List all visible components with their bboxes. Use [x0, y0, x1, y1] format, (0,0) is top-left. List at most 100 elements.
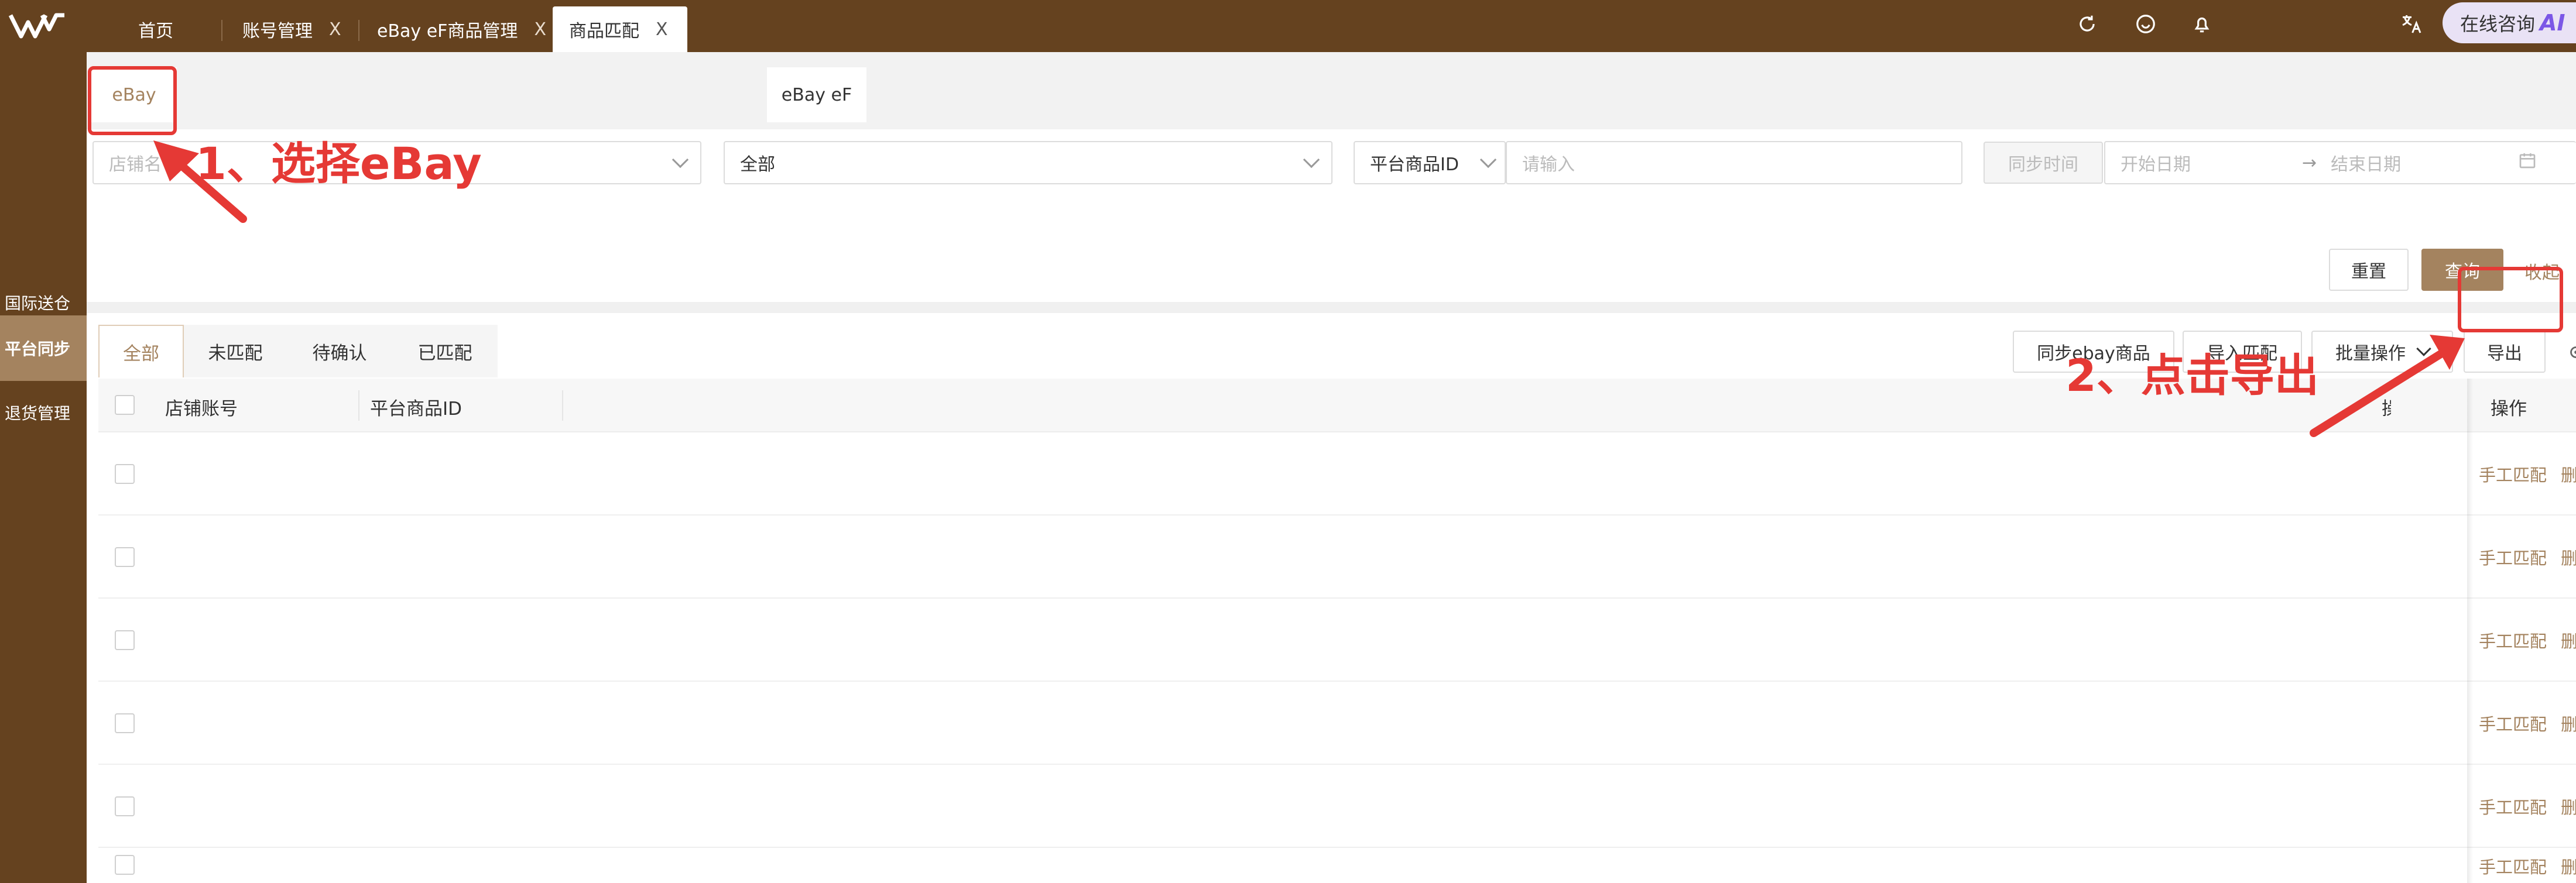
select-all-checkbox[interactable]: [115, 395, 135, 415]
id-type-select[interactable]: 平台商品ID: [1354, 141, 1506, 184]
manual-match-link[interactable]: 手工匹配: [2479, 854, 2547, 878]
export-label: 导出: [2487, 343, 2522, 364]
product-id-input[interactable]: 请输入: [1506, 141, 1962, 184]
row-operations: 手工匹配 删除: [2479, 765, 2576, 848]
row-checkbox[interactable]: [115, 547, 135, 567]
calendar-icon: [2518, 151, 2537, 174]
annotation-step1: 1、选择eBay: [196, 138, 482, 190]
delete-link[interactable]: 删除: [2561, 854, 2576, 878]
row-checkbox[interactable]: [115, 630, 135, 650]
tab-label: eBay eF商品管理: [377, 21, 518, 42]
tab-ebay-ef-products[interactable]: eBay eF商品管理 X: [361, 6, 563, 52]
tab-label: 商品匹配: [569, 21, 639, 42]
annotation-highlight-ebay: [88, 66, 177, 135]
manual-match-link[interactable]: 手工匹配: [2479, 711, 2547, 736]
close-icon[interactable]: X: [656, 19, 668, 40]
row-operations: 手工匹配 删除: [2479, 432, 2576, 516]
sidebar: 国际送仓 平台同步 退货管理: [0, 52, 87, 883]
close-icon[interactable]: X: [534, 19, 546, 40]
status-tab-label: 未匹配: [208, 342, 263, 364]
top-bar: 首页 账号管理 X eBay eF商品管理 X 商品匹配 X 在线咨询 AI: [0, 0, 2576, 52]
row-checkbox[interactable]: [115, 855, 135, 875]
delete-link[interactable]: 删除: [2561, 711, 2576, 736]
consult-label: 在线咨询: [2460, 13, 2536, 35]
tab-account-management[interactable]: 账号管理 X: [226, 6, 358, 52]
sidebar-item-label: 国际送仓: [5, 294, 71, 313]
status-tab-label: 待确认: [312, 342, 367, 364]
status-tab-pending[interactable]: 待确认: [287, 325, 392, 377]
table-row: 手工匹配 删除: [98, 599, 2576, 682]
column-store-account: 店铺账号: [165, 398, 238, 420]
table-row: 手工匹配 删除: [98, 848, 2576, 883]
status-tab-unmatched[interactable]: 未匹配: [184, 325, 287, 377]
export-button[interactable]: 导出: [2464, 331, 2546, 373]
batch-operations-dropdown[interactable]: 批量操作: [2311, 331, 2453, 373]
sidebar-item-label: 退货管理: [5, 404, 71, 423]
smile-icon[interactable]: [2131, 9, 2160, 39]
row-checkbox[interactable]: [115, 464, 135, 484]
platform-tab-ebay-ef[interactable]: eBay eF: [767, 67, 866, 122]
product-id-placeholder: 请输入: [1522, 154, 1575, 175]
column-ops-cover: [2391, 388, 2479, 423]
delete-link[interactable]: 删除: [2561, 545, 2576, 569]
status-select[interactable]: 全部: [724, 141, 1332, 184]
ai-badge: AI: [2540, 10, 2565, 36]
chevron-down-icon: [1479, 151, 1497, 169]
close-icon[interactable]: X: [329, 19, 341, 40]
manual-match-link[interactable]: 手工匹配: [2479, 462, 2547, 486]
status-tab-label: 已匹配: [417, 342, 472, 364]
chevron-down-icon: [2416, 341, 2431, 356]
table-row: 手工匹配 删除: [98, 765, 2576, 848]
chevron-down-icon: [672, 151, 689, 169]
status-tab-matched[interactable]: 已匹配: [392, 325, 498, 377]
row-operations: 手工匹配 删除: [2479, 599, 2576, 682]
delete-link[interactable]: 删除: [2561, 462, 2576, 486]
column-operations: 操作: [2491, 398, 2527, 420]
row-checkbox[interactable]: [115, 796, 135, 816]
tab-label: 账号管理: [242, 21, 313, 42]
id-type-value: 平台商品ID: [1370, 154, 1459, 175]
annotation-highlight-export: [2458, 267, 2563, 332]
delete-link[interactable]: 删除: [2561, 628, 2576, 652]
store-placeholder: 店铺名: [109, 154, 162, 175]
sidebar-item-returns[interactable]: 退货管理: [0, 380, 87, 445]
tab-product-matching[interactable]: 商品匹配 X: [553, 6, 687, 52]
table-row: 手工匹配 删除: [98, 516, 2576, 599]
tab-home[interactable]: 首页: [122, 6, 190, 52]
reset-button[interactable]: 重置: [2329, 249, 2409, 291]
tab-divider: [221, 20, 222, 41]
refresh-icon[interactable]: [2073, 9, 2102, 39]
row-operations: 手工匹配 删除: [2479, 516, 2576, 599]
manual-match-link[interactable]: 手工匹配: [2479, 794, 2547, 819]
online-consult-button[interactable]: 在线咨询 AI: [2443, 2, 2576, 43]
manual-match-link[interactable]: 手工匹配: [2479, 628, 2547, 652]
platform-tab-label: eBay eF: [781, 84, 852, 105]
settings-icon[interactable]: [2565, 342, 2576, 362]
platform-tab-bar: eBay eBay eF: [87, 52, 2576, 129]
reset-label: 重置: [2351, 262, 2386, 282]
row-checkbox[interactable]: [115, 713, 135, 733]
end-date-placeholder: 结束日期: [2331, 154, 2402, 175]
sidebar-item-platform-sync[interactable]: 平台同步: [0, 315, 87, 381]
manual-match-link[interactable]: 手工匹配: [2479, 545, 2547, 569]
status-tab-all[interactable]: 全部: [98, 325, 184, 377]
tab-label: 首页: [138, 21, 173, 42]
translate-icon[interactable]: [2397, 9, 2426, 39]
start-date-placeholder: 开始日期: [2121, 154, 2191, 175]
delete-link[interactable]: 删除: [2561, 794, 2576, 819]
table-row: 手工匹配 删除: [98, 682, 2576, 765]
column-divider: [358, 390, 359, 421]
sync-time-label-button[interactable]: 同步时间: [1984, 142, 2103, 184]
sync-time-label: 同步时间: [2008, 154, 2078, 175]
range-arrow-icon: →: [2302, 152, 2317, 173]
date-range-picker[interactable]: 开始日期 → 结束日期: [2104, 141, 2576, 184]
column-platform-product-id: 平台商品ID: [370, 398, 463, 420]
column-divider: [562, 390, 563, 421]
annotation-step2: 2、点击导出: [2065, 349, 2319, 401]
batch-label: 批量操作: [2335, 343, 2406, 364]
sidebar-item-label: 平台同步: [5, 339, 71, 359]
bell-icon[interactable]: [2187, 9, 2217, 39]
logo-icon[interactable]: [8, 9, 67, 42]
chevron-down-icon: [1303, 151, 1320, 169]
fixed-column-shadow: [2467, 379, 2473, 883]
